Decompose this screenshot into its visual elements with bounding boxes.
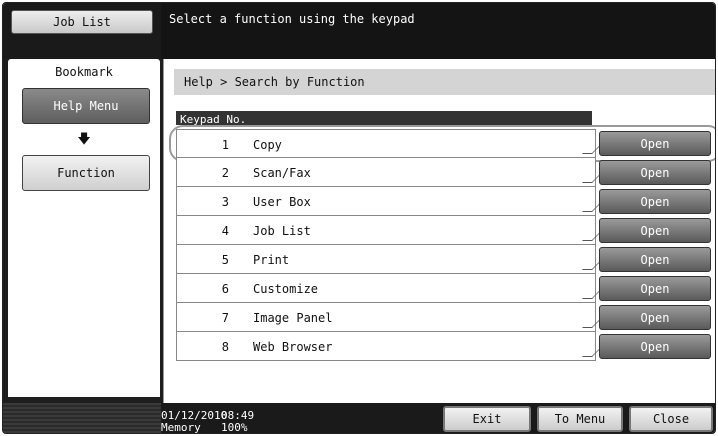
exit-button[interactable]: Exit <box>443 406 531 432</box>
function-name: Customize <box>253 282 319 296</box>
footer-date: 01/12/2010 <box>161 409 228 422</box>
open-button[interactable]: Open <box>599 305 711 330</box>
top-left-area: Job List <box>3 3 161 59</box>
footer-memory-label: Memory <box>161 421 201 434</box>
function-name: Image Panel <box>253 311 333 325</box>
bookmark-tab[interactable]: Bookmark Help Menu 🡇 Function <box>8 59 160 397</box>
main-content: Help > Search by Function Keypad No. 1 Co… <box>163 59 715 403</box>
open-button[interactable]: Open <box>599 131 711 156</box>
function-button[interactable]: Function <box>22 155 150 191</box>
function-name: Scan/Fax <box>253 166 311 180</box>
job-list-button[interactable]: Job List <box>11 10 153 34</box>
breadcrumb: Help > Search by Function <box>174 69 715 95</box>
keypad-number: 4 <box>221 224 229 238</box>
open-button[interactable]: Open <box>599 160 711 185</box>
footer-time: 08:49 <box>221 409 255 422</box>
function-row[interactable]: 1 Copy Open <box>176 129 711 158</box>
close-button[interactable]: Close <box>629 406 713 432</box>
keypad-number: 1 <box>221 138 229 152</box>
function-name: Print <box>253 253 290 267</box>
function-name: Web Browser <box>253 340 333 354</box>
footer-memory-value: 100% <box>221 421 248 434</box>
function-row-cell[interactable]: 5 Print <box>176 245 602 274</box>
open-button[interactable]: Open <box>599 218 711 243</box>
function-row[interactable]: 6 Customize Open <box>176 274 711 303</box>
keypad-number: 3 <box>221 195 229 209</box>
function-row-cell[interactable]: 3 User Box <box>176 187 602 216</box>
function-name: Copy <box>253 138 282 152</box>
open-button[interactable]: Open <box>599 334 711 359</box>
function-row[interactable]: 3 User Box Open <box>176 187 711 216</box>
function-row-cell[interactable]: 8 Web Browser <box>176 332 602 361</box>
function-list: 1 Copy Open 2 Scan/Fax Open 3 User Box Open 4 Job … <box>176 129 711 361</box>
control-panel-screen: Job List Select a function using the key… <box>2 2 716 434</box>
instruction-message: Select a function using the keypad <box>161 3 715 59</box>
open-button[interactable]: Open <box>599 189 711 214</box>
to-menu-button[interactable]: To Menu <box>537 406 623 432</box>
footer-left-area <box>3 403 161 433</box>
keypad-number: 5 <box>221 253 229 267</box>
keypad-number: 2 <box>221 166 229 180</box>
function-name: Job List <box>253 224 311 238</box>
function-row-cell[interactable]: 6 Customize <box>176 274 602 303</box>
function-name: User Box <box>253 195 311 209</box>
bookmark-tab-label: Bookmark <box>55 65 113 79</box>
function-row[interactable]: 8 Web Browser Open <box>176 332 711 361</box>
keypad-number: 8 <box>221 340 229 354</box>
function-row-cell[interactable]: 4 Job List <box>176 216 602 245</box>
function-row[interactable]: 4 Job List Open <box>176 216 711 245</box>
open-button[interactable]: Open <box>599 276 711 301</box>
list-header: Keypad No. <box>176 111 592 126</box>
keypad-number: 6 <box>221 282 229 296</box>
footer-bar: 01/12/2010 08:49 Memory 100% Exit To Men… <box>3 403 715 434</box>
keypad-number: 7 <box>221 311 229 325</box>
open-button[interactable]: Open <box>599 247 711 272</box>
left-panel: Bookmark Help Menu 🡇 Function <box>3 59 163 403</box>
function-row[interactable]: 2 Scan/Fax Open <box>176 158 711 187</box>
function-row-cell[interactable]: 2 Scan/Fax <box>176 158 602 187</box>
arrow-down-icon: 🡇 <box>77 132 91 147</box>
help-menu-button[interactable]: Help Menu <box>22 88 150 124</box>
function-row[interactable]: 5 Print Open <box>176 245 711 274</box>
function-row-cell[interactable]: 7 Image Panel <box>176 303 602 332</box>
function-row[interactable]: 7 Image Panel Open <box>176 303 711 332</box>
function-row-cell[interactable]: 1 Copy <box>176 129 602 158</box>
